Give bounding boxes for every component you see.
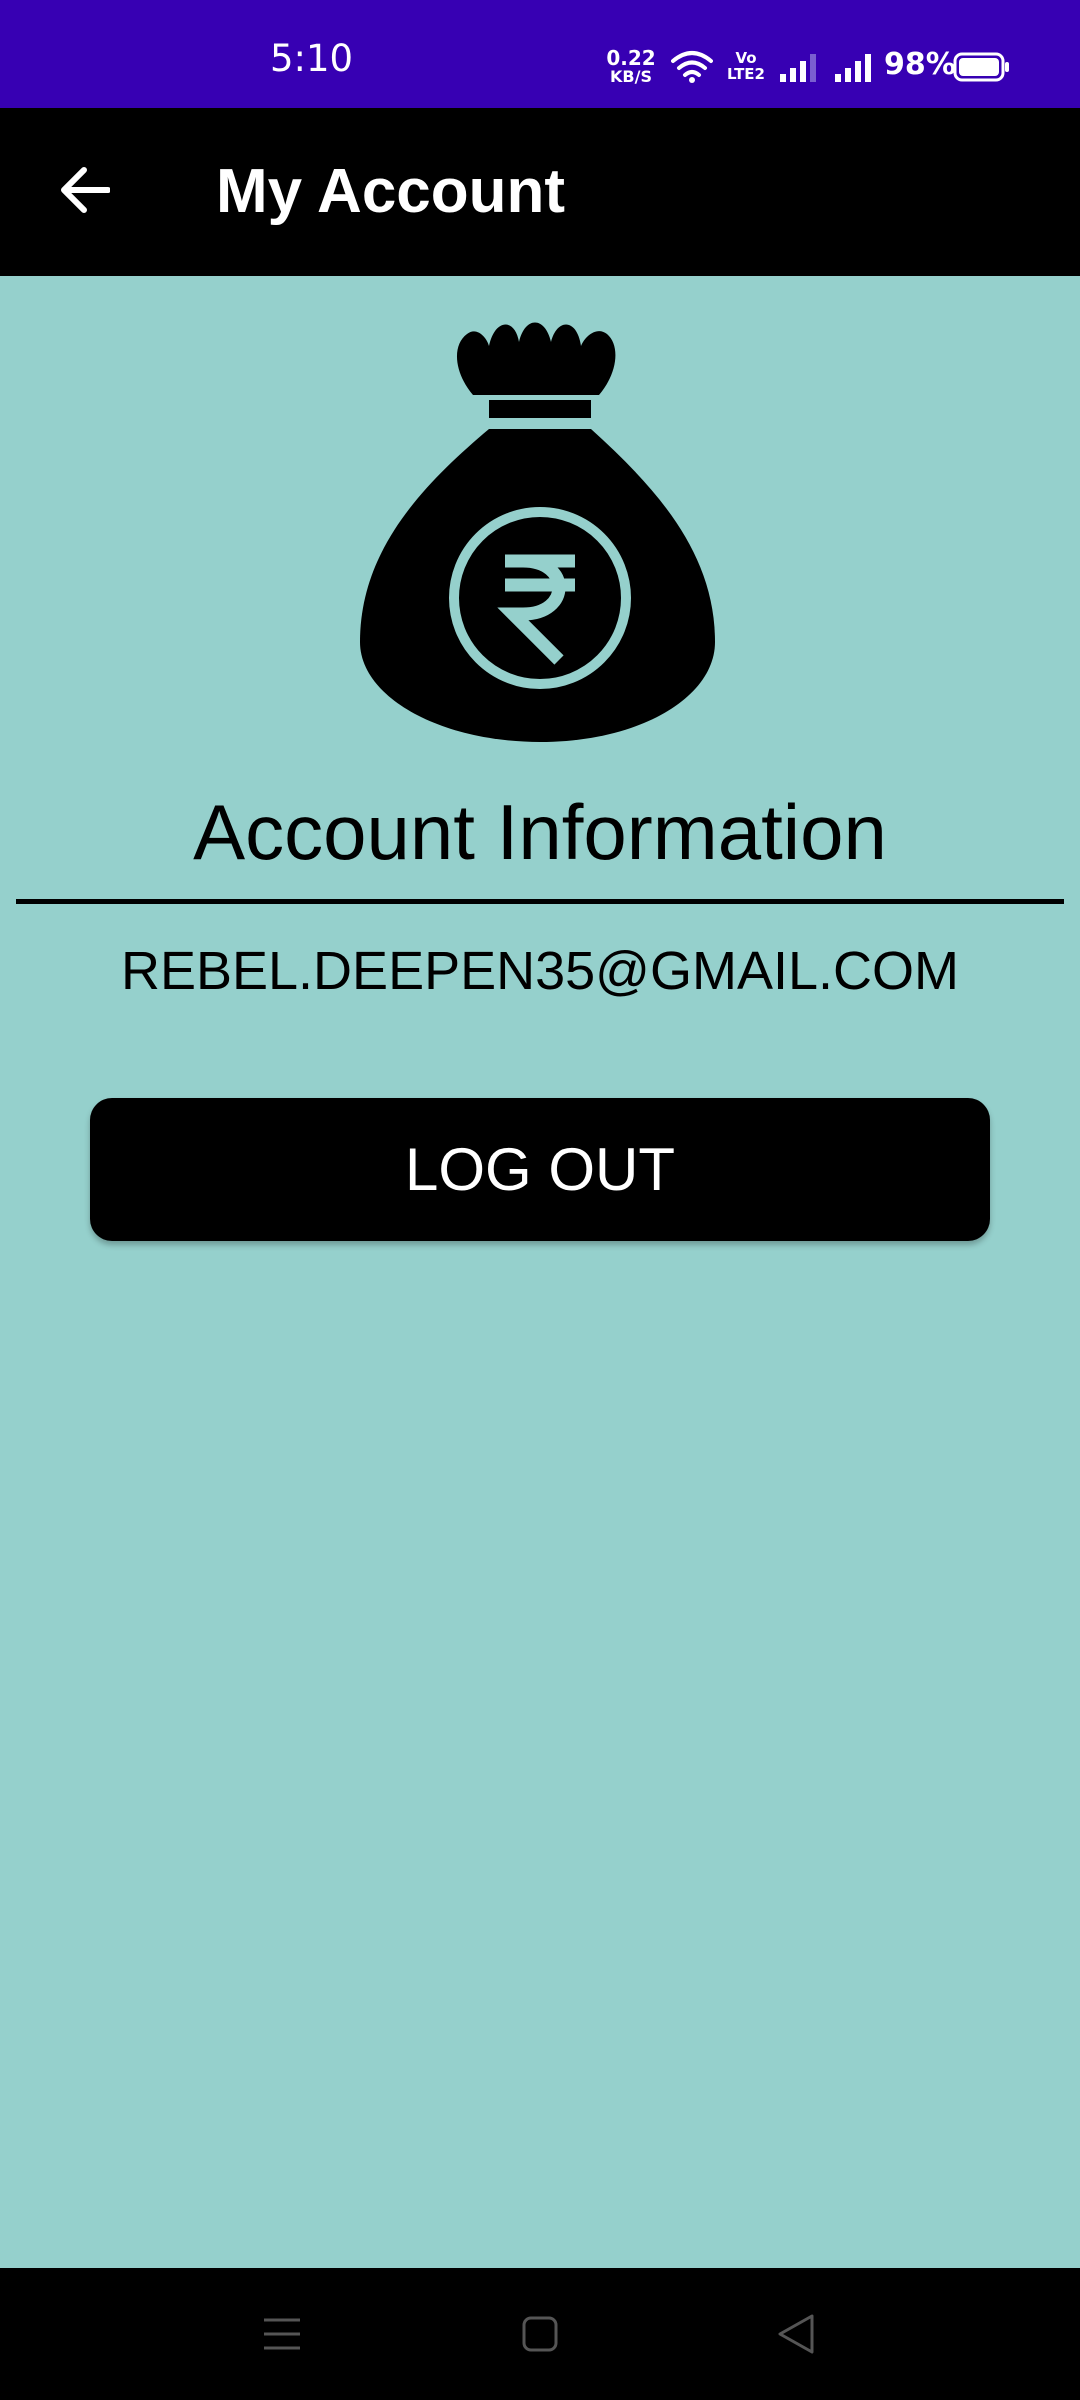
battery-icon: [953, 52, 1011, 86]
logout-button[interactable]: LOG OUT: [90, 1098, 990, 1241]
network-speed: 0.22 KB/S: [604, 48, 658, 85]
network-speed-unit: KB/S: [610, 67, 652, 86]
arrow-left-icon: [58, 166, 111, 218]
back-button[interactable]: [44, 152, 124, 232]
signal-icon: [780, 52, 822, 86]
menu-icon[interactable]: [262, 2314, 302, 2358]
volte-sublabel: LTE2: [727, 65, 765, 83]
status-bar: 5:10 0.22 KB/S Vo LTE2 98%: [0, 0, 1080, 108]
battery-percent: 98%: [884, 47, 956, 82]
page-title: My Account: [216, 157, 566, 226]
wifi-icon: [671, 50, 713, 88]
rupee-money-bag-icon: [355, 312, 725, 752]
divider: [16, 899, 1064, 904]
volte-icon: Vo LTE2: [727, 50, 765, 82]
section-title: Account Information: [193, 788, 887, 876]
app-bar: My Account: [0, 108, 1080, 276]
system-nav-bar: [0, 2268, 1080, 2400]
account-email: REBEL.DEEPEN35@GMAIL.COM: [120, 941, 960, 1001]
volte-label: Vo: [735, 49, 757, 67]
back-triangle-icon[interactable]: [776, 2312, 816, 2360]
status-time: 5:10: [270, 37, 354, 80]
home-square-icon[interactable]: [520, 2314, 560, 2358]
signal-icon: [835, 52, 877, 86]
